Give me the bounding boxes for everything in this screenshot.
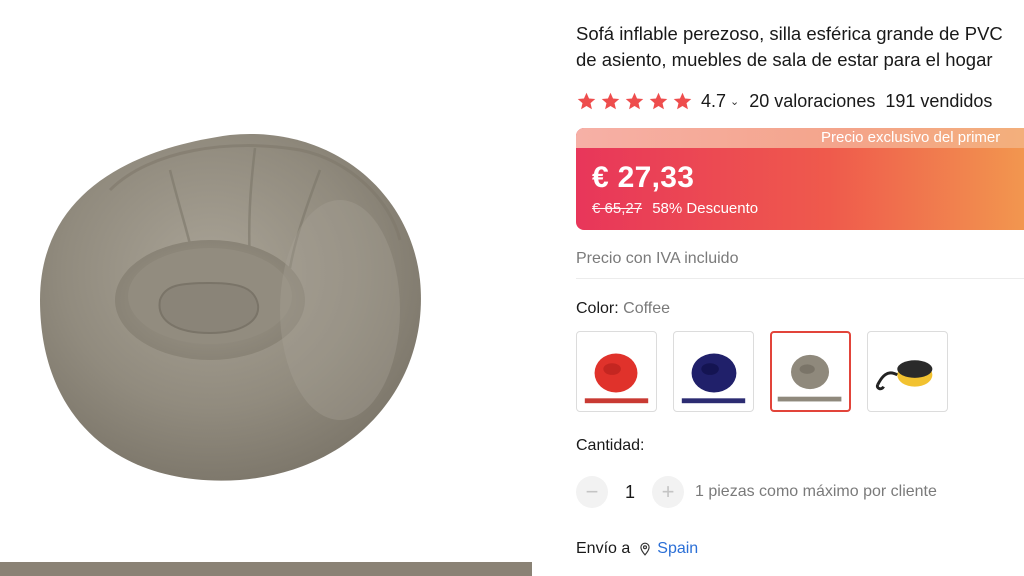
swatch-coffee[interactable] <box>770 331 851 412</box>
coffee-chair-thumb <box>777 354 842 402</box>
color-label-row: Color: Coffee <box>576 300 670 318</box>
discount-label: 58% Descuento <box>652 200 759 217</box>
original-price: € 65,27 <box>592 200 643 217</box>
quantity-limit-note: 1 piezas como máximo por cliente <box>695 483 937 500</box>
product-gallery[interactable] <box>0 0 532 576</box>
swatch-navy[interactable] <box>673 331 754 412</box>
image-strip <box>0 562 532 576</box>
quantity-value[interactable]: 1 <box>608 482 652 503</box>
product-main-image[interactable] <box>0 0 532 560</box>
red-chair-thumb <box>584 353 649 404</box>
price-sub: € 65,27 58% Descuento <box>592 200 758 217</box>
star-icon <box>625 92 644 109</box>
reviews-link[interactable]: 20 valoraciones <box>749 91 875 112</box>
color-label: Color: <box>576 300 619 317</box>
navy-chair-thumb <box>681 353 746 404</box>
quantity-stepper: − 1 + 1 piezas como máximo por cliente <box>576 476 937 508</box>
foot-pump-thumb <box>875 360 933 391</box>
product-info: Sofá inflable perezoso, silla esférica g… <box>576 0 1024 576</box>
shipping-destination-link[interactable]: Spain <box>657 540 698 558</box>
quantity-increment-button[interactable]: + <box>652 476 684 508</box>
current-price: € 27,33 <box>592 161 695 194</box>
location-pin-icon <box>640 542 650 556</box>
price-box: Precio exclusivo del primer € 27,33 € 65… <box>576 128 1024 230</box>
color-selected-value: Coffee <box>623 300 670 317</box>
shipping-row: Envío a Spain <box>576 540 698 558</box>
star-icon <box>601 92 620 109</box>
rating-stars <box>576 91 693 112</box>
rating-value[interactable]: 4.7 <box>701 91 726 112</box>
shipping-label: Envío a <box>576 540 631 557</box>
quantity-decrement-button[interactable]: − <box>576 476 608 508</box>
product-title: Sofá inflable perezoso, silla esférica g… <box>576 21 1024 73</box>
star-icon <box>649 92 668 109</box>
color-swatches <box>576 331 948 412</box>
swatch-red[interactable] <box>576 331 657 412</box>
rating-row: 4.7 ⌄ 20 valoraciones 191 vendidos <box>576 88 992 114</box>
price-banner: Precio exclusivo del primer <box>576 128 1024 148</box>
chevron-down-icon[interactable]: ⌄ <box>730 95 739 108</box>
product-title-line1: Sofá inflable perezoso, silla esférica g… <box>576 23 1003 44</box>
sold-count: 191 vendidos <box>885 90 993 111</box>
star-icon <box>673 92 692 109</box>
star-icon <box>577 92 596 109</box>
vat-note: Precio con IVA incluido <box>576 250 739 267</box>
quantity-label: Cantidad: <box>576 437 645 454</box>
divider <box>576 278 1024 279</box>
product-title-line2: de asiento, muebles de sala de estar par… <box>576 49 993 70</box>
swatch-foot-pump[interactable] <box>867 331 948 412</box>
